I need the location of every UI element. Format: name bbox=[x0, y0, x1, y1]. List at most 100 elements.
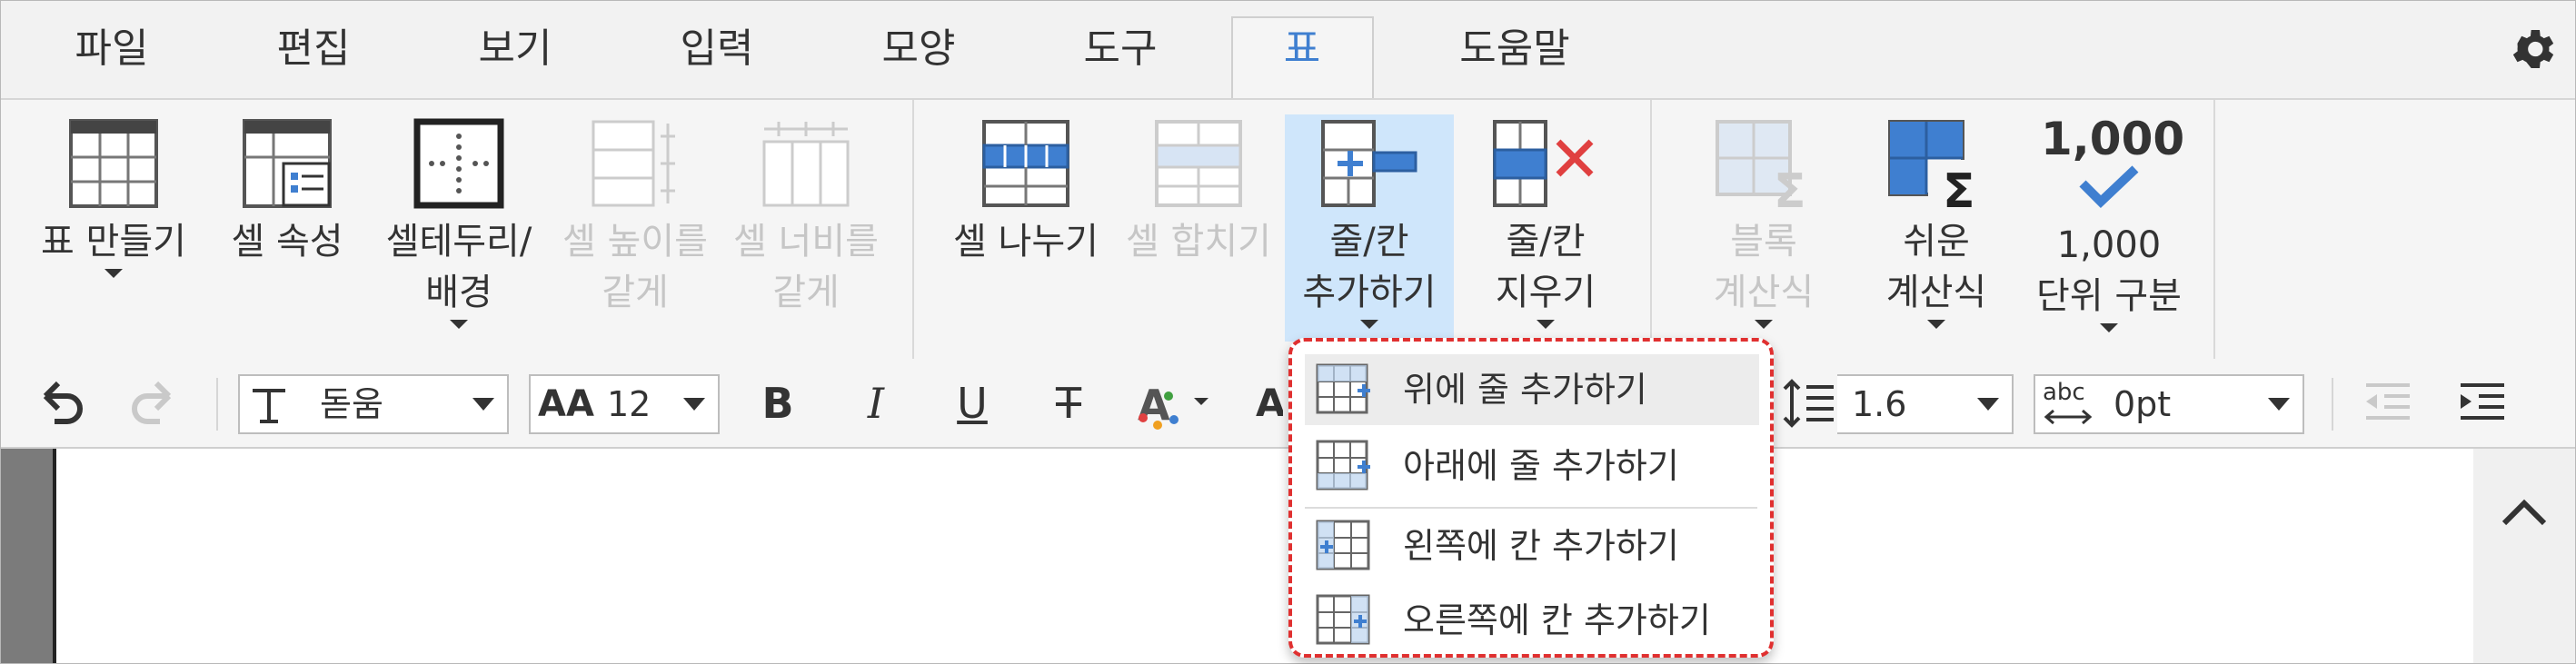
char-spacing-select[interactable]: abc 0pt bbox=[2034, 374, 2304, 434]
font-size-value: 12 bbox=[607, 384, 651, 424]
ribbon-separator bbox=[912, 100, 914, 359]
line-spacing-value: 1.6 bbox=[1852, 384, 1907, 424]
svg-text:Σ: Σ bbox=[1774, 164, 1806, 209]
chevron-down-icon[interactable] bbox=[104, 269, 123, 278]
toolbar-separator bbox=[2332, 378, 2333, 431]
block-calc-button[interactable]: Σ 블록 계산식 bbox=[1677, 118, 1850, 329]
font-size-select[interactable]: AA 12 bbox=[529, 374, 720, 434]
tab-table[interactable]: 표 bbox=[1252, 22, 1352, 76]
make-table-button[interactable]: 표 만들기 bbox=[27, 118, 200, 278]
chevron-down-icon bbox=[2268, 398, 2290, 411]
split-cell-label: 셀 나누기 bbox=[953, 221, 1099, 263]
chevron-down-icon[interactable] bbox=[2100, 323, 2118, 332]
menu-item-add-col-left[interactable]: 왼쪽에 칸 추가하기 bbox=[1305, 510, 1759, 581]
delete-row-col-icon bbox=[1493, 120, 1594, 207]
thousand-separator-button[interactable]: 1,000 1,000 단위 구분 bbox=[2023, 114, 2195, 332]
vertical-scrollbar[interactable] bbox=[2473, 449, 2575, 663]
equal-height-label-1: 셀 높이를 bbox=[562, 221, 708, 263]
chevron-down-icon[interactable] bbox=[1927, 320, 1945, 329]
line-spacing-select[interactable]: 1.6 bbox=[1837, 374, 2014, 434]
thousand-separator-icon: 1,000 bbox=[2041, 113, 2185, 213]
easy-calc-label-1: 쉬운 bbox=[1903, 221, 1970, 263]
add-row-col-button[interactable]: 줄/칸 추가하기 bbox=[1285, 118, 1454, 329]
chevron-down-icon[interactable] bbox=[1537, 320, 1555, 329]
easy-calc-button[interactable]: Σ 쉬운 계산식 bbox=[1850, 118, 2023, 329]
document-page[interactable] bbox=[53, 449, 2479, 663]
table-icon bbox=[69, 119, 158, 208]
merge-cell-label: 셀 합치기 bbox=[1126, 221, 1271, 263]
equal-height-button[interactable]: 셀 높이를 같게 bbox=[549, 118, 721, 318]
gear-icon[interactable] bbox=[2508, 24, 2559, 74]
equal-width-button[interactable]: 셀 너비를 같게 bbox=[720, 118, 892, 318]
insert-column-left-icon bbox=[1316, 520, 1370, 570]
line-spacing-icon[interactable] bbox=[1781, 376, 1835, 431]
block-calc-label-2: 계산식 bbox=[1713, 272, 1815, 313]
tab-view[interactable]: 보기 bbox=[465, 22, 565, 76]
chevron-up-icon[interactable] bbox=[2499, 496, 2550, 529]
svg-text:Σ: Σ bbox=[1943, 164, 1975, 209]
char-spacing-value: 0pt bbox=[2114, 384, 2172, 424]
thousand-label-2: 단위 구분 bbox=[2036, 275, 2182, 317]
tab-tools[interactable]: 도구 bbox=[1070, 22, 1170, 76]
italic-button[interactable]: I bbox=[849, 376, 903, 431]
thousand-icon-text: 1,000 bbox=[2041, 113, 2185, 165]
add-row-col-label-2: 추가하기 bbox=[1302, 272, 1437, 313]
decrease-indent-icon[interactable] bbox=[2361, 376, 2415, 431]
cell-border-button[interactable]: 셀테두리/ 배경 bbox=[373, 118, 545, 329]
insert-row-below-icon bbox=[1316, 440, 1370, 491]
delete-row-col-label-1: 줄/칸 bbox=[1506, 221, 1586, 263]
cell-border-icon bbox=[413, 118, 504, 209]
cell-border-label-2: 배경 bbox=[425, 272, 492, 313]
split-cell-button[interactable]: 셀 나누기 bbox=[940, 118, 1112, 267]
add-row-col-menu: 위에 줄 추가하기 아래에 줄 추가하기 왼쪽에 칸 추가하기 오른쪽에 칸 추… bbox=[1288, 338, 1774, 658]
chevron-down-icon bbox=[472, 398, 494, 411]
tab-file[interactable]: 파일 bbox=[62, 22, 162, 76]
toolbar-separator bbox=[216, 378, 218, 431]
font-size-icon: AA bbox=[538, 383, 594, 425]
menu-item-label: 아래에 줄 추가하기 bbox=[1403, 446, 1679, 486]
easy-sum-icon: Σ bbox=[1888, 120, 1983, 209]
chevron-down-icon bbox=[683, 398, 705, 411]
strikethrough-button[interactable]: T bbox=[1041, 376, 1096, 431]
chevron-down-icon[interactable] bbox=[450, 320, 468, 329]
tab-help[interactable]: 도움말 bbox=[1428, 22, 1601, 76]
text-color-icon[interactable]: A bbox=[1134, 376, 1216, 431]
menu-item-label: 오른쪽에 칸 추가하기 bbox=[1403, 600, 1711, 640]
tab-edit[interactable]: 편집 bbox=[264, 22, 363, 76]
equal-width-label-2: 같게 bbox=[772, 272, 840, 313]
menu-item-add-row-below[interactable]: 아래에 줄 추가하기 bbox=[1305, 431, 1759, 501]
cell-properties-icon bbox=[243, 119, 332, 208]
cell-border-label-1: 셀테두리/ bbox=[385, 221, 532, 263]
merge-cell-icon bbox=[1155, 120, 1242, 207]
merge-cell-button[interactable]: 셀 합치기 bbox=[1112, 118, 1285, 267]
menu-separator bbox=[1305, 507, 1757, 509]
chevron-down-icon[interactable] bbox=[1360, 320, 1378, 329]
underline-button[interactable]: U bbox=[945, 376, 1000, 431]
equal-width-label-1: 셀 너비를 bbox=[733, 221, 879, 263]
char-spacing-icon: abc bbox=[2043, 379, 2085, 406]
chevron-down-icon bbox=[1977, 398, 1999, 411]
increase-indent-icon[interactable] bbox=[2455, 376, 2510, 431]
cell-properties-label: 셀 속성 bbox=[231, 221, 343, 263]
font-t-icon bbox=[253, 389, 285, 423]
char-shape-partial[interactable]: A bbox=[1256, 376, 1283, 431]
delete-row-col-label-2: 지우기 bbox=[1495, 272, 1596, 313]
equal-width-icon bbox=[762, 122, 850, 207]
menu-item-label: 위에 줄 추가하기 bbox=[1403, 370, 1647, 410]
tab-format[interactable]: 모양 bbox=[869, 22, 969, 76]
make-table-label: 표 만들기 bbox=[41, 221, 186, 263]
cell-properties-button[interactable]: 셀 속성 bbox=[214, 118, 360, 267]
font-name-select[interactable]: 돋움 bbox=[238, 374, 509, 434]
tab-insert[interactable]: 입력 bbox=[667, 22, 767, 76]
chevron-down-icon[interactable] bbox=[1755, 320, 1773, 329]
bold-button[interactable]: B bbox=[751, 376, 805, 431]
menu-item-add-col-right[interactable]: 오른쪽에 칸 추가하기 bbox=[1305, 585, 1759, 656]
block-calc-label-1: 블록 bbox=[1730, 221, 1797, 263]
add-row-col-label-1: 줄/칸 bbox=[1329, 221, 1409, 263]
menu-item-add-row-above[interactable]: 위에 줄 추가하기 bbox=[1305, 354, 1759, 425]
redo-icon[interactable] bbox=[127, 376, 182, 431]
equal-height-label-2: 같게 bbox=[602, 272, 669, 313]
insert-row-above-icon bbox=[1316, 363, 1370, 414]
undo-icon[interactable] bbox=[33, 376, 87, 431]
delete-row-col-button[interactable]: 줄/칸 지우기 bbox=[1461, 118, 1630, 329]
